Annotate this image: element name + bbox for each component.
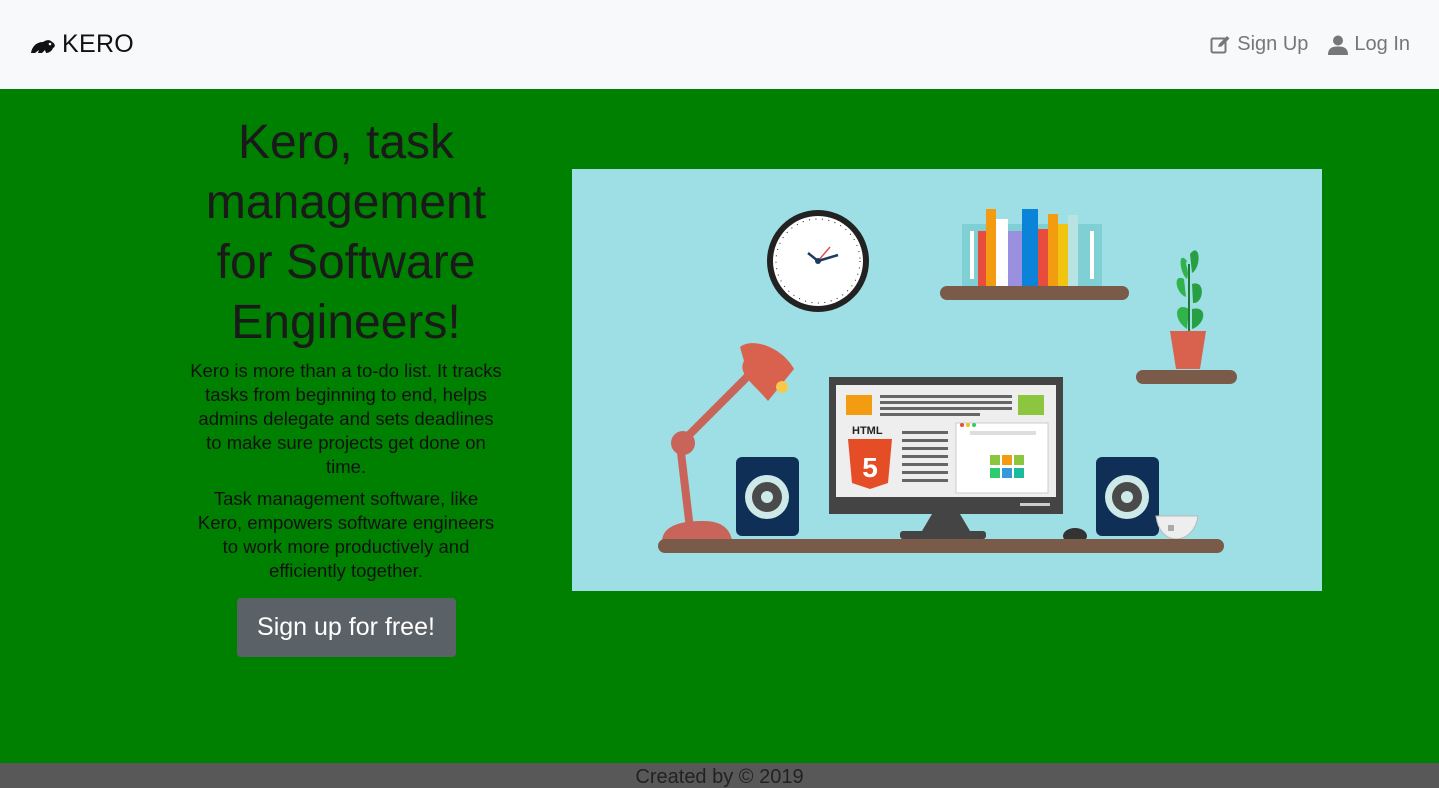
edit-icon: [1210, 36, 1230, 54]
hero-illustration: HTML 5: [572, 169, 1322, 591]
kero-frog-icon: [31, 39, 55, 53]
workspace-illustration: HTML 5: [658, 209, 1237, 553]
hero-paragraph-1: Kero is more than a to-do list. It track…: [190, 360, 502, 477]
footer: Created by © 2019: [0, 763, 1439, 788]
cup-icon: [1155, 515, 1199, 540]
bookshelf: [940, 209, 1129, 300]
brand-link[interactable]: KERO: [29, 30, 134, 59]
monitor: HTML 5: [829, 377, 1063, 539]
navbar: KERO Sign Up Log In: [0, 0, 1439, 89]
brand-name: KERO: [62, 30, 135, 58]
left-speaker: [736, 457, 799, 536]
hero-paragraph-2: Task management software, like Kero, emp…: [197, 488, 495, 581]
desk: [658, 539, 1224, 553]
hero-title: Kero, task management for Software Engin…: [205, 116, 487, 349]
hero-text: Kero, task management for Software Engin…: [186, 113, 506, 657]
clock-icon: [767, 210, 869, 312]
html-badge-label: HTML: [852, 425, 883, 437]
footer-text: Created by © 2019: [635, 766, 804, 788]
plant-icon: [1136, 250, 1237, 384]
log-in-link[interactable]: Log In: [1328, 33, 1410, 56]
sign-up-label: Sign Up: [1237, 33, 1309, 55]
user-icon: [1328, 35, 1349, 55]
sign-up-link[interactable]: Sign Up: [1210, 33, 1308, 56]
right-speaker: [1096, 457, 1159, 536]
log-in-label: Log In: [1354, 33, 1410, 55]
sign-up-free-button[interactable]: Sign up for free!: [236, 598, 456, 657]
html-badge-number: 5: [862, 452, 878, 483]
nav-links: Sign Up Log In: [1210, 33, 1410, 56]
